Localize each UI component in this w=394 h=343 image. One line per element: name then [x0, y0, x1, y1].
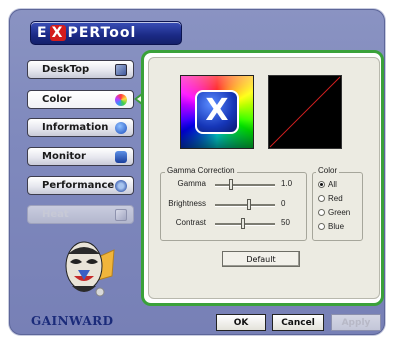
- opera-mask-mascot: [65, 241, 115, 297]
- radio-green-indicator[interactable]: [318, 209, 325, 216]
- contrast-value: 50: [281, 218, 290, 227]
- performance-icon: [115, 179, 127, 192]
- sidebar-item-performance[interactable]: Performance: [27, 176, 134, 195]
- sidebar-item-label: Information: [42, 122, 109, 133]
- logo-prefix: E: [37, 25, 48, 41]
- info-icon: [115, 121, 127, 134]
- sidebar-item-information[interactable]: Information: [27, 118, 134, 137]
- logo-text: PERTool: [67, 25, 137, 41]
- contrast-slider[interactable]: [215, 218, 275, 229]
- radio-green[interactable]: Green: [318, 208, 350, 217]
- sidebar-item-monitor[interactable]: Monitor: [27, 147, 134, 166]
- sidebar-item-heat[interactable]: Heat: [27, 205, 134, 224]
- brightness-slider[interactable]: [215, 199, 275, 210]
- radio-blue-label: Blue: [328, 222, 345, 231]
- monitor-icon: [115, 150, 127, 163]
- radio-all[interactable]: All: [318, 180, 337, 189]
- contrast-label: Contrast: [175, 218, 206, 227]
- heat-icon: [115, 208, 127, 221]
- desktop-icon: [115, 63, 127, 76]
- contrast-slider-thumb[interactable]: [241, 218, 245, 229]
- preview-x-badge: X: [195, 90, 239, 134]
- sidebar-item-label: Color: [42, 94, 72, 105]
- sidebar-item-color[interactable]: Color: [27, 90, 134, 109]
- radio-all-label: All: [328, 180, 337, 189]
- expertool-logo: E X PERTool: [30, 21, 182, 45]
- cancel-button[interactable]: Cancel: [272, 314, 324, 331]
- brightness-label: Brightness: [168, 199, 206, 208]
- gamma-correction-title: Gamma Correction: [165, 166, 237, 175]
- gainward-brand: GAINWARD: [31, 314, 114, 328]
- gamma-curve-line: [269, 76, 341, 148]
- color-channel-title: Color: [316, 166, 340, 175]
- radio-red[interactable]: Red: [318, 194, 343, 203]
- radio-red-label: Red: [328, 194, 343, 203]
- logo-x-mark: X: [49, 25, 66, 41]
- gamma-slider[interactable]: [215, 179, 275, 190]
- brightness-slider-thumb[interactable]: [247, 199, 251, 210]
- radio-blue[interactable]: Blue: [318, 222, 344, 231]
- gamma-curve-graph: [268, 75, 342, 149]
- ok-button[interactable]: OK: [216, 314, 266, 331]
- radio-blue-indicator[interactable]: [318, 223, 325, 230]
- sidebar-item-label: Monitor: [42, 151, 86, 162]
- sidebar-item-label: Heat: [42, 209, 69, 220]
- radio-red-indicator[interactable]: [318, 195, 325, 202]
- radio-green-label: Green: [328, 208, 351, 217]
- color-preview-image: X: [180, 75, 254, 149]
- gamma-slider-thumb[interactable]: [229, 179, 233, 190]
- gamma-label: Gamma: [177, 179, 206, 188]
- sidebar-item-label: Performance: [42, 180, 115, 191]
- color-palette-icon: [115, 93, 127, 106]
- default-button[interactable]: Default: [222, 251, 300, 267]
- sidebar-item-label: DeskTop: [42, 64, 90, 75]
- brightness-value: 0: [281, 199, 286, 208]
- sidebar-item-desktop[interactable]: DeskTop: [27, 60, 134, 79]
- gamma-value: 1.0: [281, 179, 293, 188]
- radio-all-indicator[interactable]: [318, 181, 325, 188]
- apply-button[interactable]: Apply: [331, 314, 381, 331]
